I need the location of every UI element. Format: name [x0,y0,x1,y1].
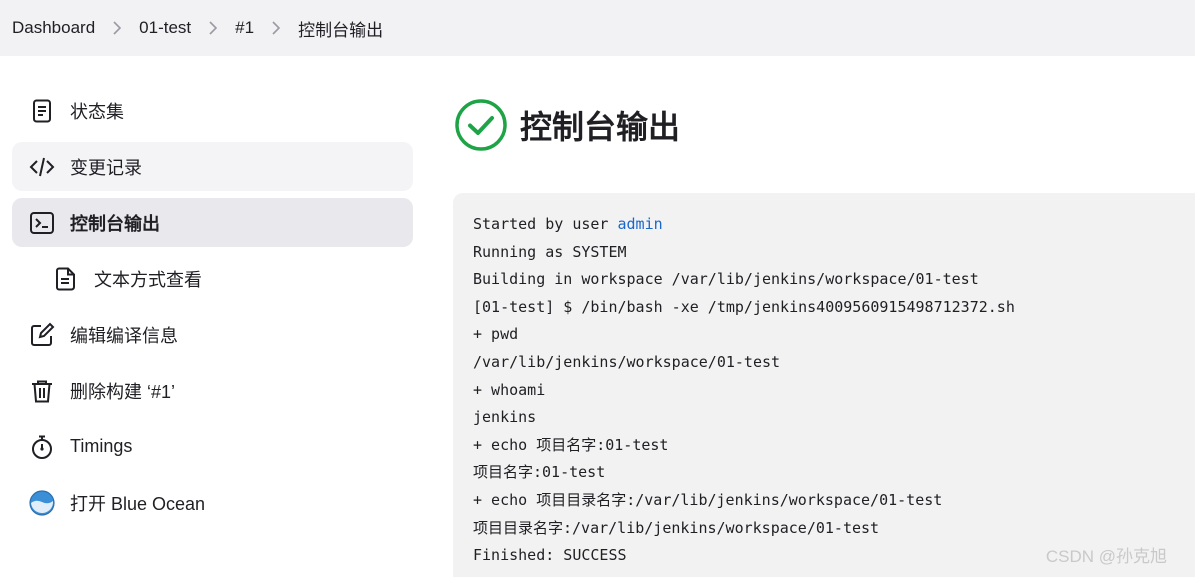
sidebar-item-timings[interactable]: Timings [12,422,413,471]
breadcrumb-job[interactable]: 01-test [139,18,191,38]
chevron-right-icon [95,21,139,35]
trash-icon [28,377,56,405]
sidebar-item-delete-build[interactable]: 删除构建 ‘#1’ [12,366,413,415]
sidebar-item-blue-ocean[interactable]: 打开 Blue Ocean [12,478,413,527]
sidebar-item-label: 变更记录 [70,157,142,178]
user-link[interactable]: admin [618,215,663,233]
sidebar-item-status[interactable]: 状态集 [12,86,413,135]
console-output: Started by user admin Running as SYSTEM … [453,193,1195,577]
sidebar-item-label: 编辑编译信息 [70,325,178,346]
sidebar-item-label: 控制台输出 [70,213,160,234]
console-line: Started by user admin [473,211,1195,239]
console-line: Building in workspace /var/lib/jenkins/w… [473,270,979,289]
sidebar: 状态集 变更记录 控制台输出 文本方式查看 编辑编译信息 删除构建 ‘#1’ T… [12,86,413,534]
sidebar-item-plain-text[interactable]: 文本方式查看 [12,254,413,303]
breadcrumb-current[interactable]: 控制台输出 [298,16,383,41]
watermark: CSDN @孙克旭 [1045,547,1167,566]
text-file-icon [52,265,80,293]
console-line: + echo 项目目录名字:/var/lib/jenkins/workspace… [473,490,943,509]
sidebar-item-label: 删除构建 ‘#1’ [70,381,176,402]
sidebar-item-console[interactable]: 控制台输出 [12,198,413,247]
sidebar-item-changes[interactable]: 变更记录 [12,142,413,191]
console-line: + pwd [473,325,519,344]
stopwatch-icon [28,433,56,461]
console-line: /var/lib/jenkins/workspace/01-test [473,352,781,371]
sidebar-item-edit-info[interactable]: 编辑编译信息 [12,310,413,359]
console-line: + whoami [473,380,546,399]
chevron-right-icon [254,21,298,35]
breadcrumb: Dashboard 01-test #1 控制台输出 [0,0,1195,56]
sidebar-item-label: 文本方式查看 [94,269,202,290]
success-check-icon [455,99,507,151]
console-line: [01-test] $ /bin/bash -xe /tmp/jenkins40… [473,297,1015,316]
console-line: jenkins [473,408,537,427]
console-started-text: Started by user [473,215,618,233]
page-title: 控制台输出 [520,109,681,145]
console-line: + echo 项目名字:01-test [473,435,669,454]
breadcrumb-dashboard[interactable]: Dashboard [12,18,95,38]
terminal-icon [28,209,56,237]
sidebar-item-label: 状态集 [70,101,124,122]
console-line: 项目名字:01-test [473,463,606,482]
blue-ocean-icon [28,489,56,517]
code-icon [28,153,56,181]
page-header: 控制台输出 [454,98,680,152]
console-line: Running as SYSTEM [473,242,627,261]
sidebar-item-label: Timings [70,436,133,456]
console-line: 项目目录名字:/var/lib/jenkins/workspace/01-tes… [473,518,880,537]
sidebar-item-label: 打开 Blue Ocean [70,493,206,514]
breadcrumb-build[interactable]: #1 [235,18,254,38]
document-icon [28,97,56,125]
chevron-right-icon [191,21,235,35]
edit-icon [28,321,56,349]
